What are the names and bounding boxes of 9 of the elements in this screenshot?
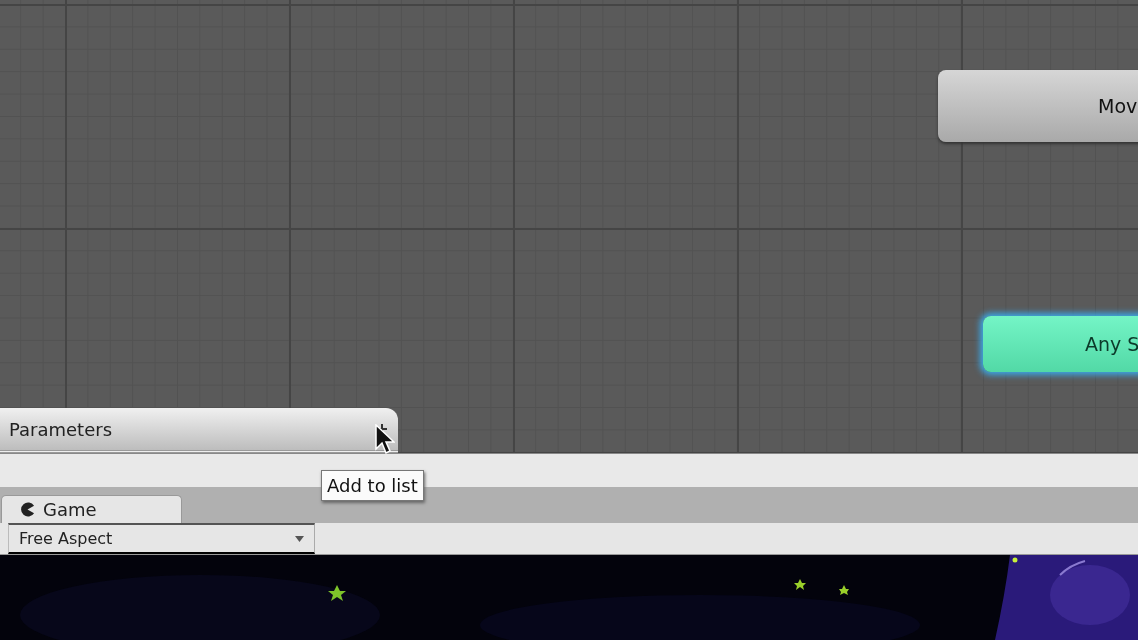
state-node[interactable]: Any S	[983, 316, 1138, 372]
state-node[interactable]: Mov	[938, 70, 1138, 142]
cursor-icon	[375, 424, 395, 456]
tooltip: Add to list	[321, 470, 424, 501]
aspect-dropdown[interactable]: Free Aspect	[8, 523, 315, 554]
pacman-icon	[20, 502, 35, 517]
panel-title: Parameters	[9, 417, 113, 442]
tab[interactable]: Game	[1, 495, 182, 523]
caret-icon	[295, 535, 304, 542]
